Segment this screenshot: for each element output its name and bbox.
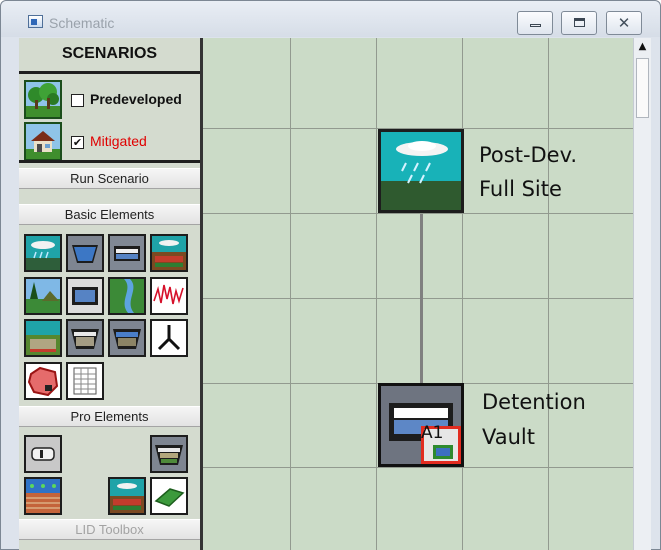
infiltration-basin-icon[interactable]	[108, 319, 146, 357]
run-scenario-button[interactable]: Run Scenario	[19, 168, 200, 189]
vault-badge-label: A1	[421, 423, 444, 443]
scenario-predeveloped[interactable]: Predeveloped	[19, 77, 200, 123]
lateral-basin-icon[interactable]	[150, 234, 188, 272]
vertical-scrollbar[interactable]: ▲	[633, 38, 651, 550]
scenario-mitigated[interactable]: ✔ Mitigated	[19, 119, 200, 165]
flow-connector[interactable]	[420, 214, 423, 385]
basic-elements-header: Basic Elements	[19, 204, 200, 225]
flow-splitter-icon[interactable]	[150, 319, 188, 357]
grid-line	[203, 298, 633, 299]
mitigated-label: Mitigated	[90, 133, 147, 149]
scenario-divider	[19, 160, 200, 163]
tank-icon[interactable]	[66, 277, 104, 315]
channel-icon[interactable]	[108, 277, 146, 315]
bioretention-icon[interactable]	[24, 477, 62, 515]
trees-icon[interactable]	[24, 80, 62, 119]
green-roof-icon[interactable]	[150, 477, 188, 515]
scroll-thumb[interactable]	[636, 58, 649, 118]
lid-toolbox-button[interactable]: LID Toolbox	[19, 519, 200, 540]
irregular-pond-icon[interactable]	[24, 362, 62, 400]
predeveloped-checkbox[interactable]	[71, 94, 84, 107]
gravel-trench-icon[interactable]	[24, 319, 62, 357]
grid-line	[462, 38, 463, 550]
scenarios-title: SCENARIOS	[61, 45, 158, 62]
scenarios-header: SCENARIOS	[19, 38, 200, 74]
grid-line	[290, 38, 291, 550]
minimize-button[interactable]	[517, 11, 553, 35]
app-icon	[28, 15, 43, 28]
scroll-up-arrow-icon[interactable]: ▲	[634, 38, 651, 56]
close-button[interactable]: ✕	[606, 11, 642, 35]
trapezoidal-pond-icon[interactable]	[66, 234, 104, 272]
landscape-icon[interactable]	[24, 277, 62, 315]
grid-line	[548, 38, 549, 550]
green-roof-rain-icon[interactable]	[108, 477, 146, 515]
minimize-icon	[530, 24, 541, 27]
maximize-button[interactable]	[561, 11, 597, 35]
sand-filter-icon[interactable]	[150, 435, 188, 473]
post-dev-label-line1: Post-Dev.	[479, 143, 578, 167]
culvert-icon[interactable]	[24, 435, 62, 473]
pro-elements-header: Pro Elements	[19, 406, 200, 427]
schematic-canvas[interactable]	[203, 38, 633, 550]
time-series-graph-icon[interactable]	[150, 277, 188, 315]
vault-icon[interactable]	[108, 234, 146, 272]
title-bar[interactable]: Schematic ✕	[1, 1, 660, 37]
close-icon: ✕	[617, 14, 631, 32]
window-client: SCENARIOS Predeveloped ✔ Mitigated Run S…	[19, 38, 651, 550]
grid-line	[376, 38, 377, 550]
post-dev-label-line2: Full Site	[479, 177, 562, 201]
rain-cloud-icon	[378, 129, 464, 213]
window-title: Schematic	[49, 15, 115, 31]
post-dev-node[interactable]	[378, 129, 464, 213]
grid-line	[203, 467, 633, 468]
maximize-icon	[574, 18, 585, 27]
mitigated-checkbox[interactable]: ✔	[71, 136, 84, 149]
filter-strip-icon[interactable]	[66, 319, 104, 357]
detention-vault-node[interactable]: A1	[378, 383, 464, 467]
predeveloped-label: Predeveloped	[90, 91, 182, 107]
house-icon[interactable]	[24, 122, 62, 161]
vault-label-line2: Vault	[482, 425, 535, 449]
rain-cloud-icon[interactable]	[24, 234, 62, 272]
scenario-sidebar: SCENARIOS Predeveloped ✔ Mitigated Run S…	[19, 38, 203, 550]
grid-line	[203, 213, 633, 214]
spreadsheet-icon[interactable]	[66, 362, 104, 400]
schematic-window: Schematic ✕ SCENARIOS Predeveloped ✔ Mit…	[0, 0, 661, 550]
vault-label-line1: Detention	[482, 390, 586, 414]
